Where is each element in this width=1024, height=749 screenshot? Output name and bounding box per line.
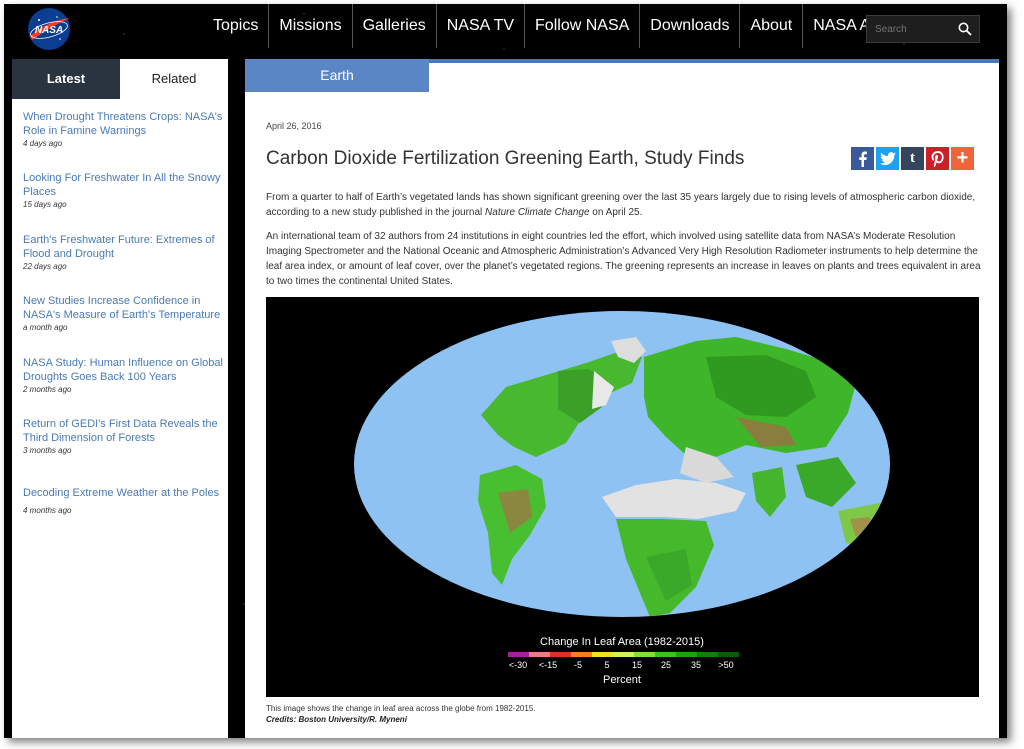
legend-tick: >50 bbox=[718, 660, 733, 670]
sidebar: Latest Related When Drought Threatens Cr… bbox=[12, 59, 228, 738]
news-title[interactable]: Looking For Freshwater In All the Snowy … bbox=[23, 171, 228, 199]
list-item: Earth's Freshwater Future: Extremes of F… bbox=[23, 233, 228, 294]
journal-name: Nature Climate Change bbox=[485, 207, 590, 218]
figure-credits: Credits: Boston University/R. Myneni bbox=[266, 715, 407, 724]
legend-ticks: <-30 <-15 -5 5 15 25 35 >50 bbox=[509, 660, 734, 670]
legend-tick: 35 bbox=[691, 660, 701, 670]
list-item: NASA Study: Human Influence on Global Dr… bbox=[23, 356, 228, 417]
legend-tick: 15 bbox=[632, 660, 642, 670]
page-title: Carbon Dioxide Fertilization Greening Ea… bbox=[266, 148, 745, 169]
news-date: 2 months ago bbox=[23, 385, 72, 394]
list-item: Decoding Extreme Weather at the Poles 4 … bbox=[23, 486, 228, 515]
tab-latest[interactable]: Latest bbox=[12, 59, 120, 99]
news-title[interactable]: NASA Study: Human Influence on Global Dr… bbox=[23, 356, 228, 384]
article-paragraph-1: From a quarter to half of Earth’s vegeta… bbox=[266, 190, 981, 220]
legend-title: Change In Leaf Area (1982-2015) bbox=[540, 636, 704, 648]
leaf-area-map-figure[interactable]: Change In Leaf Area (1982-2015) <-30 <-1… bbox=[266, 297, 979, 697]
legend-swatch bbox=[613, 652, 634, 657]
list-item: Looking For Freshwater In All the Snowy … bbox=[23, 171, 228, 233]
legend-swatch bbox=[571, 652, 592, 657]
news-title[interactable]: When Drought Threatens Crops: NASA's Rol… bbox=[23, 110, 228, 138]
list-item: New Studies Increase Confidence in NASA'… bbox=[23, 294, 228, 356]
top-navigation: NASA Topics Missions Galleries NASA TV F… bbox=[4, 4, 1007, 56]
leaf-area-map: Change In Leaf Area (1982-2015) <-30 <-1… bbox=[354, 311, 890, 686]
legend-tick: 5 bbox=[604, 660, 609, 670]
news-title[interactable]: Return of GEDI's First Data Reveals the … bbox=[23, 417, 228, 445]
legend-swatch bbox=[508, 652, 529, 657]
news-date: 4 months ago bbox=[23, 506, 72, 515]
legend-tick: -5 bbox=[574, 660, 582, 670]
list-item: Return of GEDI's First Data Reveals the … bbox=[23, 417, 228, 486]
tumblr-icon[interactable]: t bbox=[901, 147, 924, 170]
legend-tick: <-30 bbox=[509, 660, 527, 670]
search-icon[interactable] bbox=[953, 17, 977, 41]
logo-text: NASA bbox=[35, 25, 63, 36]
nav-follow-nasa[interactable]: Follow NASA bbox=[525, 4, 641, 48]
legend-swatch bbox=[550, 652, 571, 657]
paragraph-text: on April 25. bbox=[589, 207, 643, 218]
page-frame: NASA Topics Missions Galleries NASA TV F… bbox=[4, 4, 1007, 738]
legend-swatch bbox=[655, 652, 676, 657]
news-date: 4 days ago bbox=[23, 139, 63, 148]
nav-topics[interactable]: Topics bbox=[203, 4, 270, 48]
legend-swatch bbox=[697, 652, 718, 657]
legend-swatch bbox=[676, 652, 697, 657]
sidebar-tabs: Latest Related bbox=[12, 59, 228, 99]
search-input[interactable] bbox=[867, 23, 953, 35]
twitter-icon[interactable] bbox=[876, 147, 899, 170]
legend-tick: <-15 bbox=[539, 660, 557, 670]
tab-earth[interactable]: Earth bbox=[245, 59, 429, 92]
nasa-logo-icon[interactable]: NASA bbox=[24, 6, 74, 52]
legend-swatch bbox=[718, 652, 739, 657]
nav-galleries[interactable]: Galleries bbox=[353, 4, 437, 48]
share-more-icon[interactable]: + bbox=[951, 147, 974, 170]
article-date: April 26, 2016 bbox=[266, 121, 322, 131]
nav-downloads[interactable]: Downloads bbox=[640, 4, 741, 48]
news-title[interactable]: Decoding Extreme Weather at the Poles bbox=[23, 486, 228, 500]
news-title[interactable]: Earth's Freshwater Future: Extremes of F… bbox=[23, 233, 228, 261]
legend-unit: Percent bbox=[603, 674, 641, 686]
pinterest-icon[interactable] bbox=[926, 147, 949, 170]
news-date: 22 days ago bbox=[23, 262, 67, 271]
legend-tick: 25 bbox=[661, 660, 671, 670]
news-date: a month ago bbox=[23, 323, 68, 332]
news-date: 15 days ago bbox=[23, 200, 67, 209]
news-date: 3 months ago bbox=[23, 446, 72, 455]
legend-swatch bbox=[634, 652, 655, 657]
search-box bbox=[866, 15, 980, 43]
legend-swatch bbox=[529, 652, 550, 657]
article-panel: Earth April 26, 2016 Carbon Dioxide Fert… bbox=[245, 59, 999, 738]
tab-related[interactable]: Related bbox=[120, 59, 228, 99]
news-list: When Drought Threatens Crops: NASA's Rol… bbox=[12, 99, 228, 515]
nav-missions[interactable]: Missions bbox=[269, 4, 353, 48]
nav-nasa-tv[interactable]: NASA TV bbox=[437, 4, 526, 48]
news-title[interactable]: New Studies Increase Confidence in NASA'… bbox=[23, 294, 228, 322]
legend-swatch bbox=[592, 652, 613, 657]
main-nav: Topics Missions Galleries NASA TV Follow… bbox=[203, 4, 944, 52]
facebook-icon[interactable] bbox=[851, 147, 874, 170]
article-paragraph-2: An international team of 32 authors from… bbox=[266, 231, 981, 287]
legend-colorbar bbox=[508, 652, 739, 657]
nav-about[interactable]: About bbox=[740, 4, 804, 48]
list-item: When Drought Threatens Crops: NASA's Rol… bbox=[23, 110, 228, 171]
share-buttons: t + bbox=[851, 147, 974, 170]
figure-caption: This image shows the change in leaf area… bbox=[266, 704, 536, 713]
